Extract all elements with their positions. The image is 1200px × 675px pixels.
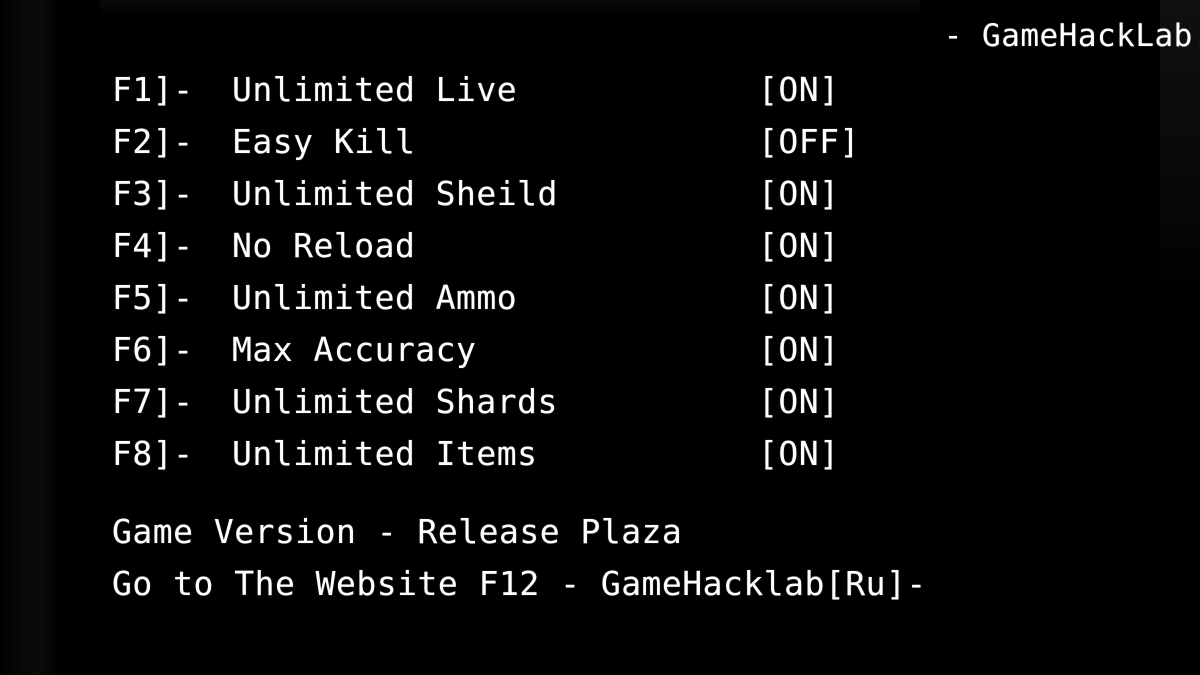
cheat-row[interactable]: F5]- Unlimited Ammo [ON] [112, 278, 1112, 330]
edge-vignette-top [100, 0, 920, 16]
cheat-label: Unlimited Items [232, 434, 538, 473]
cheat-row[interactable]: F4]- No Reload [ON] [112, 226, 1112, 278]
cheat-hotkey: F4]- [112, 226, 194, 265]
trainer-overlay-screen: - GameHackLab. F1]- Unlimited Live [ON] … [0, 0, 1200, 675]
cheat-label: Unlimited Sheild [232, 174, 558, 213]
cheat-row[interactable]: F8]- Unlimited Items [ON] [112, 434, 1112, 486]
cheat-list: F1]- Unlimited Live [ON] F2]- Easy Kill … [112, 70, 1112, 486]
cheat-label: Unlimited Live [232, 70, 518, 109]
cheat-hotkey: F3]- [112, 174, 194, 213]
cheat-status-badge[interactable]: [ON] [758, 174, 839, 214]
cheat-label: Unlimited Ammo [232, 278, 518, 317]
cheat-row[interactable]: F6]- Max Accuracy [ON] [112, 330, 1112, 382]
cheat-status-badge[interactable]: [OFF] [758, 122, 860, 162]
cheat-row[interactable]: F2]- Easy Kill [OFF] [112, 122, 1112, 174]
cheat-status-badge[interactable]: [ON] [758, 226, 839, 266]
cheat-label: Unlimited Shards [232, 382, 558, 421]
cheat-hotkey: F2]- [112, 122, 194, 161]
cheat-hotkey: F5]- [112, 278, 194, 317]
website-link-line[interactable]: Go to The Website F12 - GameHacklab[Ru]- [112, 558, 1152, 610]
cheat-hotkey: F8]- [112, 434, 194, 473]
brand-title: - GameHackLab. [943, 18, 1200, 54]
cheat-hotkey: F1]- [112, 70, 194, 109]
overlay-footer: Game Version - Release Plaza Go to The W… [112, 506, 1152, 610]
cheat-status-badge[interactable]: [ON] [758, 434, 839, 474]
cheat-label: Max Accuracy [232, 330, 477, 369]
cheat-status-badge[interactable]: [ON] [758, 70, 839, 110]
cheat-label: No Reload [232, 226, 416, 265]
cheat-label: Easy Kill [232, 122, 416, 161]
cheat-row[interactable]: F3]- Unlimited Sheild [ON] [112, 174, 1112, 226]
overlay-brand-header: - GameHackLab. [0, 21, 1200, 52]
cheat-row[interactable]: F7]- Unlimited Shards [ON] [112, 382, 1112, 434]
cheat-hotkey: F6]- [112, 330, 194, 369]
edge-vignette-left [0, 0, 58, 675]
cheat-row[interactable]: F1]- Unlimited Live [ON] [112, 70, 1112, 122]
game-version-line: Game Version - Release Plaza [112, 512, 683, 551]
cheat-hotkey: F7]- [112, 382, 194, 421]
cheat-status-badge[interactable]: [ON] [758, 330, 839, 370]
cheat-status-badge[interactable]: [ON] [758, 382, 839, 422]
cheat-status-badge[interactable]: [ON] [758, 278, 839, 318]
